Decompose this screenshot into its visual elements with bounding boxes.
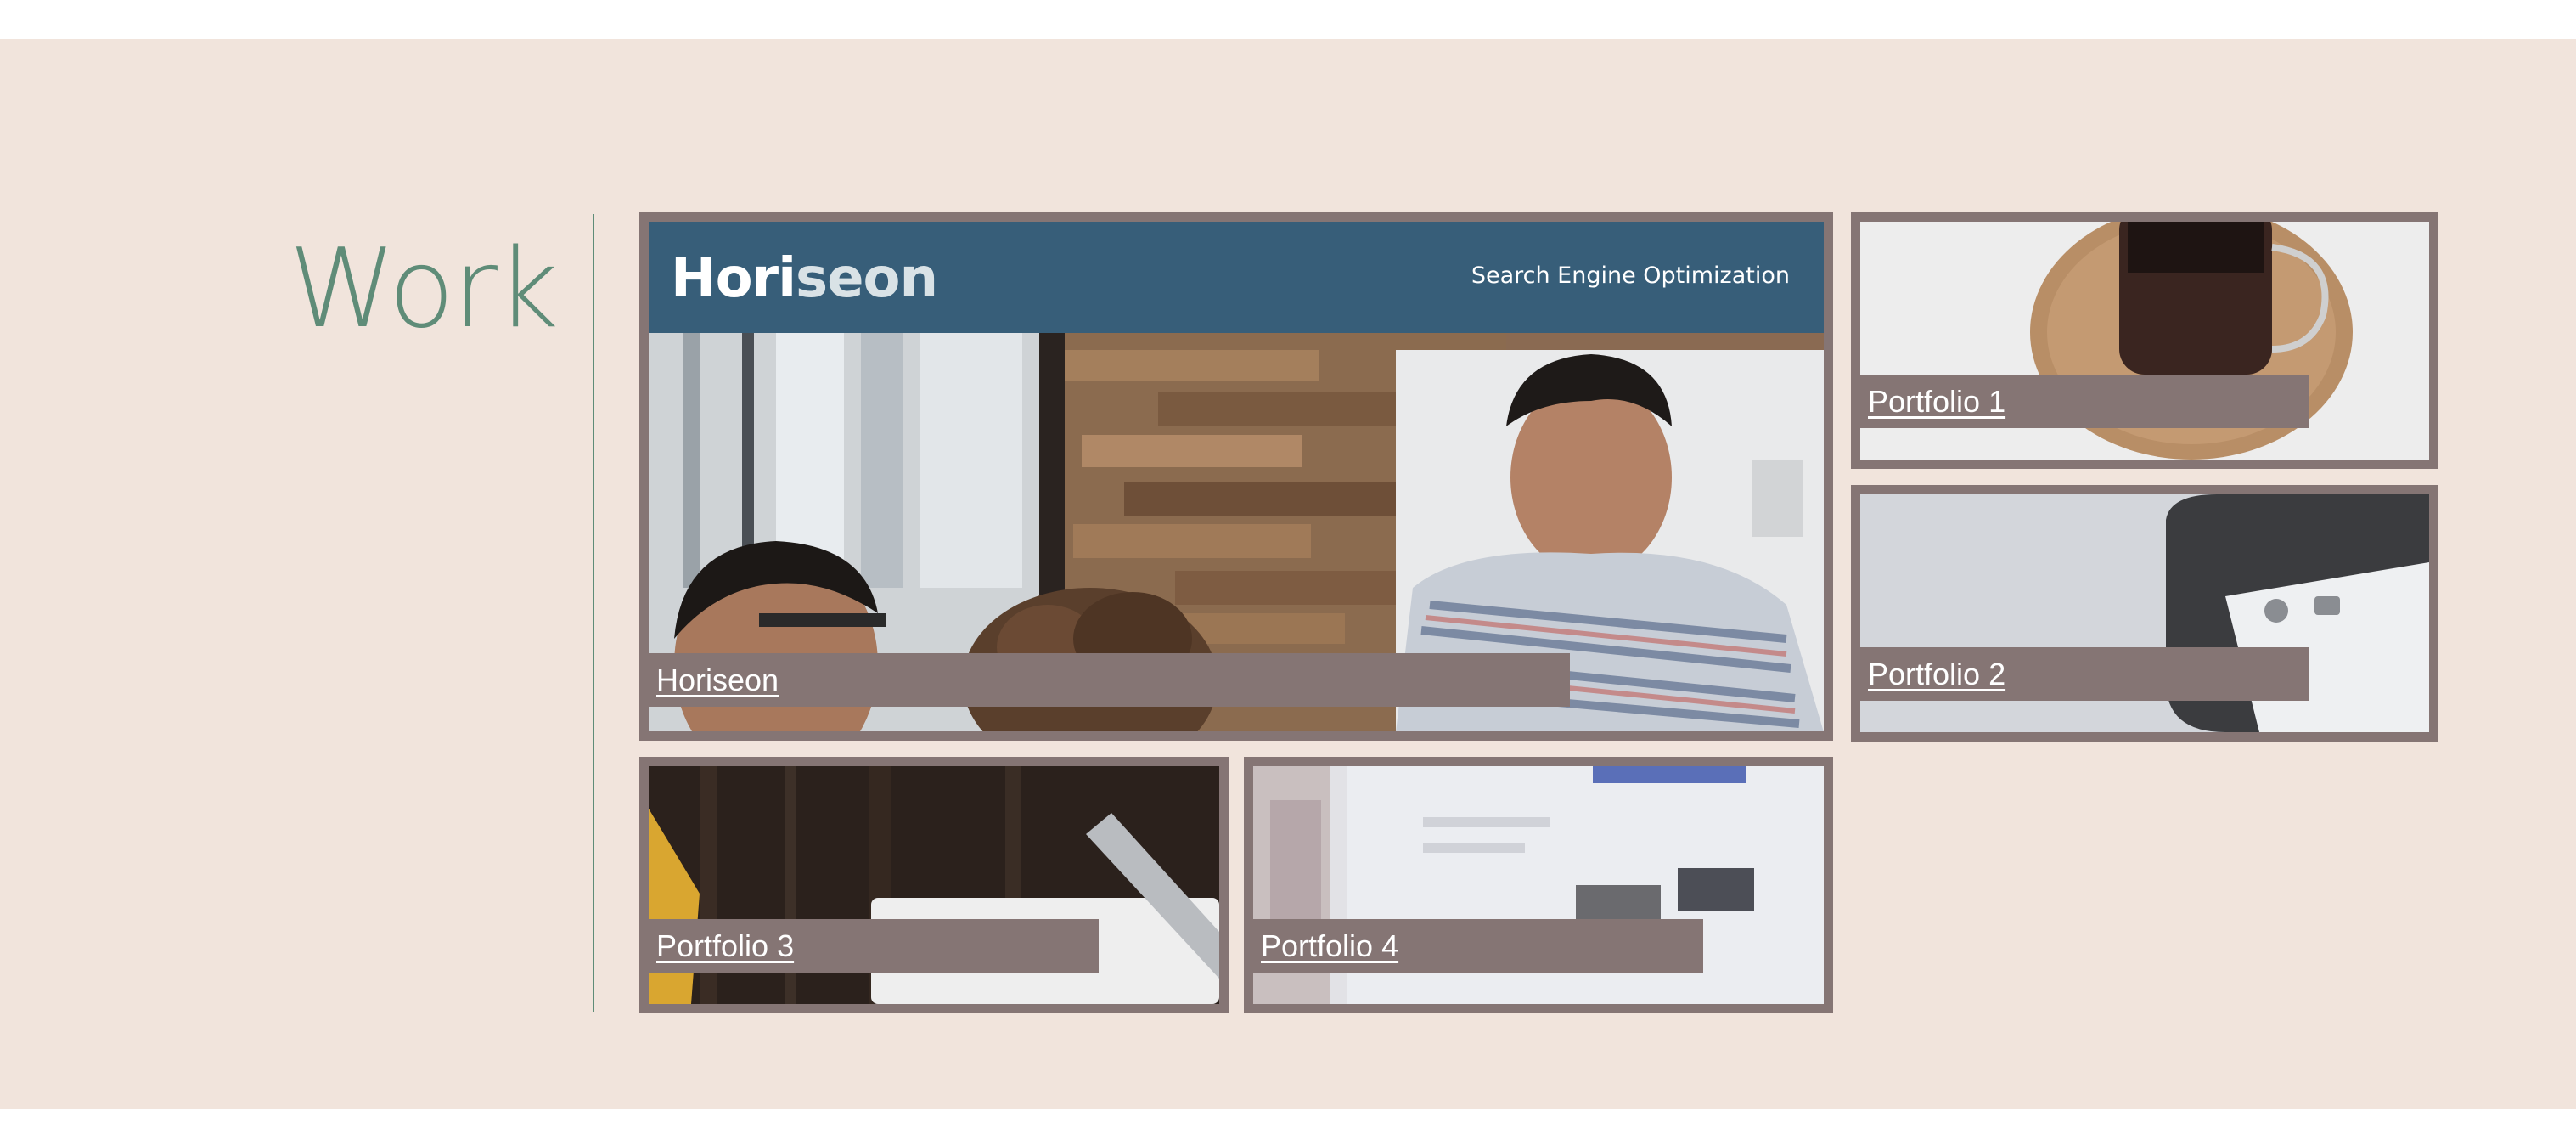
portfolio-card-4: Portfolio 4 [1244, 757, 1833, 1013]
work-section: Work Horiseon Search Engine Optimization [0, 39, 2576, 1109]
portfolio-card-1: Portfolio 1 [1851, 212, 2438, 469]
portfolio-3-link-bar: Portfolio 3 [649, 919, 1099, 973]
portfolio-card-2: Portfolio 2 [1851, 485, 2438, 742]
portfolio-2-link[interactable]: Portfolio 2 [1868, 657, 2005, 692]
project-brand-logo: Horiseon [671, 247, 938, 310]
section-title: Work [289, 226, 559, 353]
portfolio-1-link-bar: Portfolio 1 [1860, 375, 2309, 428]
portfolio-2-link-bar: Portfolio 2 [1860, 647, 2309, 701]
portfolio-card-3: Portfolio 3 [639, 757, 1229, 1013]
portfolio-4-link[interactable]: Portfolio 4 [1261, 928, 1398, 964]
project-header-subtitle: Search Engine Optimization [1471, 262, 1790, 289]
featured-link-bar: Horiseon [649, 653, 1570, 707]
section-divider [593, 214, 594, 1012]
project-header-banner: Horiseon Search Engine Optimization [649, 222, 1824, 333]
portfolio-4-link-bar: Portfolio 4 [1253, 919, 1703, 973]
portfolio-3-link[interactable]: Portfolio 3 [656, 928, 794, 964]
portfolio-1-link[interactable]: Portfolio 1 [1868, 384, 2005, 420]
featured-project-card: Horiseon Search Engine Optimization Hori… [639, 212, 1833, 741]
horiseon-link[interactable]: Horiseon [656, 663, 779, 698]
